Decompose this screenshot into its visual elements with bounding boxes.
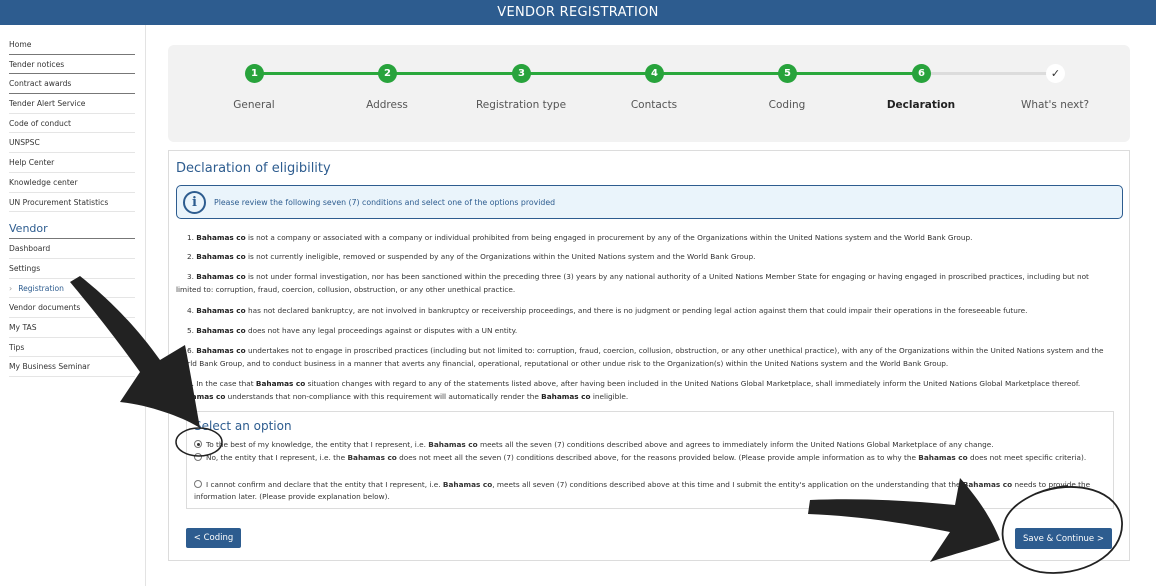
option-group-title: Select an option xyxy=(194,419,292,433)
radio-option-1[interactable] xyxy=(194,440,202,448)
sidebar-item-help-center[interactable]: Help Center xyxy=(9,153,135,173)
step-connector xyxy=(522,72,655,75)
sidebar-section-vendor: Vendor xyxy=(9,216,135,240)
sidebar-item-tender-alert-service[interactable]: Tender Alert Service xyxy=(9,94,135,114)
sidebar-item-code-of-conduct[interactable]: Code of conduct xyxy=(9,114,135,134)
sidebar-item-my-tas[interactable]: My TAS xyxy=(9,318,135,338)
info-alert: i Please review the following seven (7) … xyxy=(176,185,1123,219)
sidebar-item-tips[interactable]: Tips xyxy=(9,338,135,358)
sidebar-item-tender-notices[interactable]: Tender notices xyxy=(9,55,135,75)
step-1-indicator[interactable]: 1 xyxy=(245,64,264,83)
step-label-contacts[interactable]: Contacts xyxy=(594,99,714,111)
step-3-indicator[interactable]: 3 xyxy=(512,64,531,83)
chevron-right-icon: › xyxy=(9,283,13,293)
step-connector xyxy=(254,72,388,75)
info-text: Please review the following seven (7) co… xyxy=(214,197,556,207)
step-4-indicator[interactable]: 4 xyxy=(645,64,664,83)
back-button[interactable]: < Coding xyxy=(186,528,241,548)
page-header: VENDOR REGISTRATION xyxy=(0,0,1156,25)
step-label-coding[interactable]: Coding xyxy=(727,99,847,111)
sidebar-item-knowledge-center[interactable]: Knowledge center xyxy=(9,173,135,193)
option-3[interactable]: I cannot confirm and declare that the en… xyxy=(194,479,1106,502)
step-connector xyxy=(922,72,1056,75)
sidebar-item-settings[interactable]: Settings xyxy=(9,259,135,279)
radio-option-3[interactable] xyxy=(194,480,202,488)
sidebar-item-unspsc[interactable]: UNSPSC xyxy=(9,133,135,154)
option-1[interactable]: To the best of my knowledge, the entity … xyxy=(194,439,1106,451)
sidebar-item-vendor-documents[interactable]: Vendor documents xyxy=(9,298,135,318)
step-6-indicator[interactable]: 6 xyxy=(912,64,931,83)
condition-5: 5. Bahamas co does not have any legal pr… xyxy=(187,326,518,335)
condition-6: 6. Bahamas co undertakes not to engage i… xyxy=(176,346,1104,368)
sidebar-item-home[interactable]: Home xyxy=(9,35,135,55)
sidebar-item-contract-awards[interactable]: Contract awards xyxy=(9,74,135,95)
step-connector xyxy=(655,72,788,75)
step-5-indicator[interactable]: 5 xyxy=(778,64,797,83)
sidebar-item-registration[interactable]: › Registration xyxy=(9,279,135,299)
sidebar-item-dashboard[interactable]: Dashboard xyxy=(9,239,135,259)
sidebar-item-my-business-seminar[interactable]: My Business Seminar xyxy=(9,357,135,377)
condition-3: 3. Bahamas co is not under formal invest… xyxy=(176,272,1089,294)
save-continue-button[interactable]: Save & Continue > xyxy=(1015,528,1112,549)
step-label-declaration: Declaration xyxy=(886,99,956,111)
step-label-registration-type[interactable]: Registration type xyxy=(461,99,581,111)
step-connector xyxy=(388,72,522,75)
option-group: Select an option To the best of my knowl… xyxy=(186,411,1114,509)
step-label-address[interactable]: Address xyxy=(327,99,447,111)
condition-7: 7. In the case that Bahamas co situation… xyxy=(176,379,1081,401)
declaration-panel: Declaration of eligibility i Please revi… xyxy=(168,150,1130,561)
sidebar-item-label: Registration xyxy=(18,283,64,293)
sidebar: Home Tender notices Contract awards Tend… xyxy=(0,25,146,586)
step-label-general[interactable]: General xyxy=(194,99,314,111)
step-connector xyxy=(788,72,922,75)
sidebar-item-un-procurement-statistics[interactable]: UN Procurement Statistics xyxy=(9,193,135,213)
step-label-whats-next: What's next? xyxy=(1020,99,1090,111)
option-2[interactable]: No, the entity that I represent, i.e. th… xyxy=(194,452,1106,464)
section-title: Declaration of eligibility xyxy=(176,161,331,176)
condition-2: 2. Bahamas co is not currently ineligibl… xyxy=(187,252,756,261)
condition-1: 1. Bahamas co is not a company or associ… xyxy=(187,233,973,242)
step-2-indicator[interactable]: 2 xyxy=(378,64,397,83)
page-title: VENDOR REGISTRATION xyxy=(497,5,659,20)
info-icon: i xyxy=(183,190,206,214)
radio-option-2[interactable] xyxy=(194,453,202,461)
condition-4: 4. Bahamas co has not declared bankruptc… xyxy=(187,306,1028,315)
registration-stepper: 1 2 3 4 5 6 ✓ General Address Registrati… xyxy=(168,45,1130,142)
checkmark-icon: ✓ xyxy=(1046,64,1065,83)
